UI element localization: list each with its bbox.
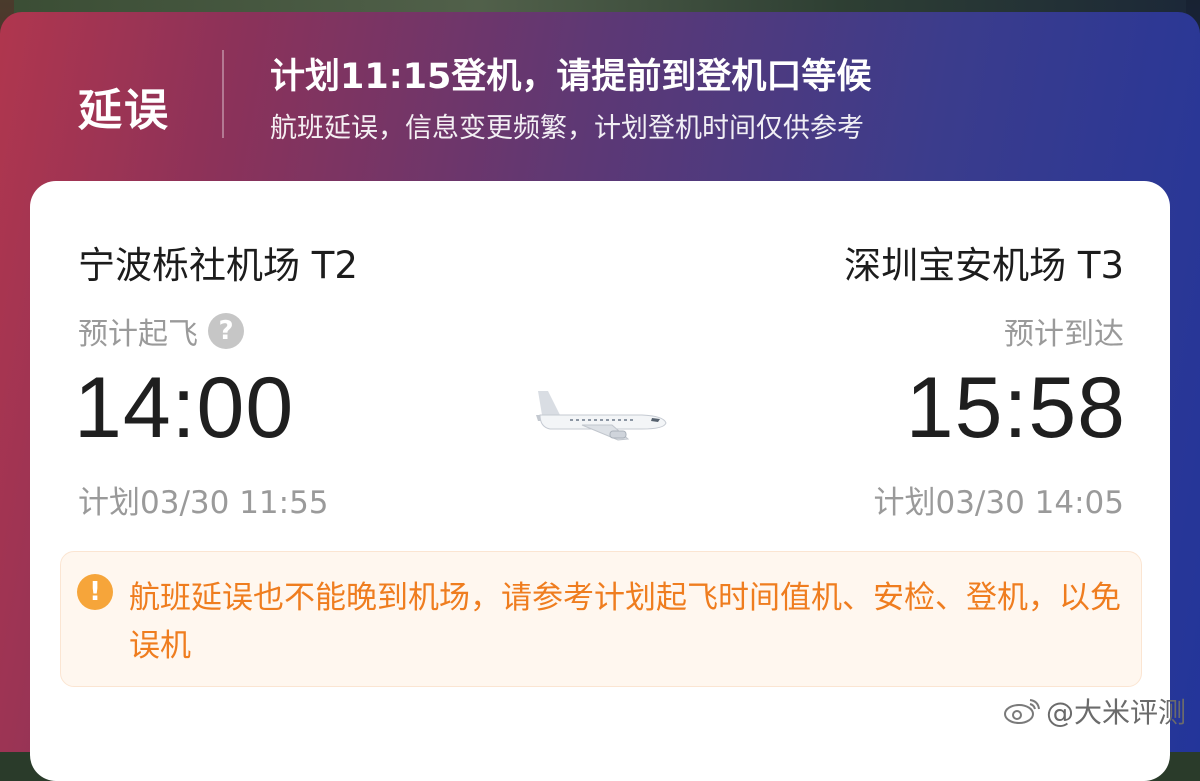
departure-estimate-label: 预计起飞 ? [78,309,244,353]
arrival-airport: 深圳宝安机场 T3 [844,244,1124,287]
weibo-icon [1003,699,1040,724]
watermark-text: @大米评测 [1045,696,1186,729]
help-icon[interactable]: ? [208,313,244,349]
departure-label-text: 预计起飞 [78,317,198,352]
arrival-time: 15:58 [905,360,1126,456]
arrival-label-text: 预计到达 [1004,317,1124,352]
delay-notice: ! 航班延误也不能晚到机场，请参考计划起飞时间值机、安检、登机，以免误机 [60,551,1142,687]
departure-airport: 宁波栎社机场 T2 [78,244,358,287]
warning-icon: ! [77,574,113,610]
arrival-scheduled: 计划03/30 14:05 [873,485,1124,521]
banner-divider [222,50,224,138]
arrival-estimate-label: 预计到达 [1004,309,1124,353]
flight-status-label: 延误 [78,85,170,136]
departure-scheduled: 计划03/30 11:55 [78,485,329,521]
boarding-headline: 计划11:15登机，请提前到登机口等候 [270,57,872,97]
departure-time: 14:00 [74,360,295,456]
flight-card: 宁波栎社机场 T2 深圳宝安机场 T3 预计起飞 ? 预计到达 14:00 15… [30,181,1170,781]
delay-notice-text: 航班延误也不能晚到机场，请参考计划起飞时间值机、安检、登机，以免误机 [129,580,1121,664]
boarding-subline: 航班延误，信息变更频繁，计划登机时间仅供参考 [270,113,864,144]
watermark: @大米评测 [1002,691,1186,731]
airplane-icon [536,391,667,441]
